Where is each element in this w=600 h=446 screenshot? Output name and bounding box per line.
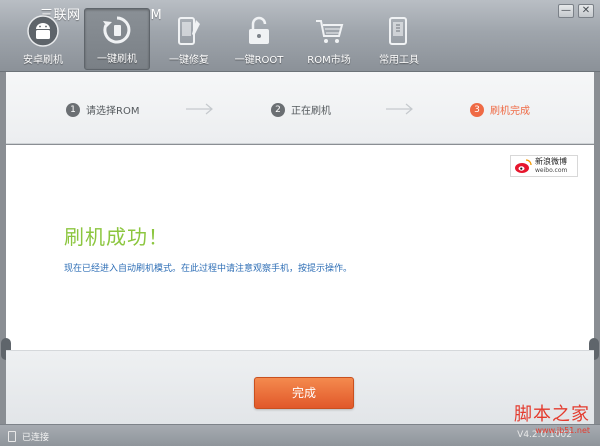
status-bar: 已连接 V4.2.0.1002 [0, 424, 600, 446]
step-select-rom: 1 请选择ROM [66, 102, 139, 117]
toolbar-item-common-tools[interactable]: 常用工具 [366, 10, 432, 68]
toolbar-item-label: 一键修复 [169, 55, 209, 66]
toolbar-item-android-flash[interactable]: 安卓刷机 [10, 10, 76, 68]
main-content: 新浪微博 weibo.com 刷机成功！ 现在已经进入自动刷机模式。在此过程中请… [6, 145, 594, 350]
toolbar-item-label: 一键ROOT [234, 55, 284, 66]
step-number: 1 [66, 102, 80, 117]
success-description: 现在已经进入自动刷机模式。在此过程中请注意观察手机，按提示操作。 [64, 264, 353, 274]
toolbar-item-label: 一键刷机 [97, 54, 137, 65]
cart-icon [316, 20, 344, 43]
repair-icon [178, 17, 200, 45]
arrow-right-icon [186, 103, 213, 115]
minimize-button[interactable]: — [558, 4, 574, 18]
step-number: 3 [470, 102, 484, 117]
site-watermark-bottom: 脚本之家 www.jb51.net [514, 400, 590, 435]
toolbar-item-rom-market[interactable]: ROM市场 [296, 10, 362, 68]
footer-area: 完成 [6, 350, 594, 424]
done-button[interactable]: 完成 [254, 377, 354, 409]
toolbar-item-label: ROM市场 [307, 55, 351, 66]
android-icon [27, 15, 59, 47]
site-watermark-url: www.jb51.net [535, 426, 590, 435]
phone-icon [8, 431, 16, 442]
toolbar-item-one-click-repair[interactable]: 一键修复 [156, 10, 222, 68]
refresh-icon [103, 16, 131, 44]
step-flashing: 2 正在刷机 [271, 102, 331, 117]
progress-steps: 1 请选择ROM 2 正在刷机 3 刷机完成 [6, 72, 594, 144]
toolbar-item-one-click-root[interactable]: 一键ROOT [226, 10, 292, 68]
unlock-icon [249, 16, 269, 44]
window-controls: — ✕ [558, 4, 594, 18]
step-label: 请选择ROM [86, 106, 140, 117]
toolbar-item-label: 安卓刷机 [23, 55, 63, 66]
step-number: 2 [271, 102, 285, 117]
tools-icon [389, 17, 407, 45]
arrow-right-icon [386, 103, 413, 115]
top-toolbar: 三联网 3LIAN.COM — ✕ 安卓刷机 一键刷机 一键修复 [0, 0, 600, 72]
toolbar-item-one-click-flash[interactable]: 一键刷机 [84, 8, 150, 70]
success-title: 刷机成功！ [64, 225, 169, 249]
close-button[interactable]: ✕ [578, 4, 594, 18]
weibo-share-button[interactable]: 新浪微博 weibo.com [510, 155, 578, 177]
step-label: 刷机完成 [490, 106, 530, 117]
step-label: 正在刷机 [291, 106, 331, 117]
toolbar-item-label: 常用工具 [379, 55, 419, 66]
weibo-icon [515, 159, 532, 173]
step-flash-complete: 3 刷机完成 [470, 102, 530, 117]
connection-status: 已连接 [22, 433, 50, 443]
weibo-label: 新浪微博 [535, 157, 567, 166]
weibo-url: weibo.com [535, 167, 568, 174]
site-watermark-name: 脚本之家 [514, 404, 590, 425]
